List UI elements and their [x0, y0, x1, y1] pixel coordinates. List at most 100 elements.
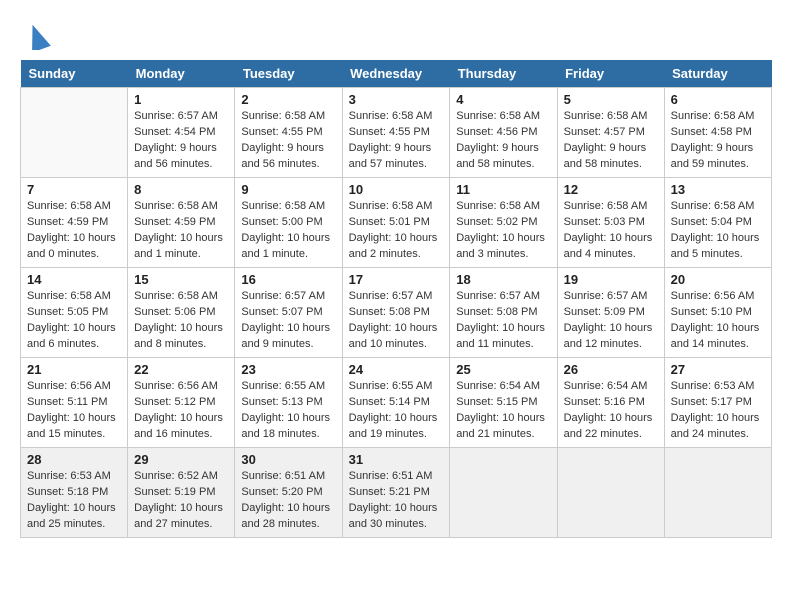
calendar-cell: 6Sunrise: 6:58 AM Sunset: 4:58 PM Daylig… [664, 88, 771, 178]
calendar-cell: 5 Sunrise: 6:58 AM Sunset: 4:57 PM Daylig… [557, 88, 664, 178]
day-number: 5 [564, 92, 658, 107]
logo-arrow-icon [22, 14, 52, 50]
calendar-cell: 11 Sunrise: 6:58 AM Sunset: 5:02 PM Dayli… [450, 178, 557, 268]
day-info: Sunrise: 6:52 AM Sunset: 5:19 PM Dayligh… [134, 469, 228, 533]
calendar-cell: 24 Sunrise: 6:55 AM Sunset: 5:14 PM Dayli… [342, 358, 450, 448]
day-number: 1 [134, 92, 228, 107]
day-number: 24 [349, 362, 444, 377]
day-number: 14 [27, 272, 121, 287]
day-info: Sunrise: 6:58 AM Sunset: 4:58 PM Dayligh… [671, 109, 765, 173]
calendar-cell: 10Sunrise: 6:58 AM Sunset: 5:01 PM Dayli… [342, 178, 450, 268]
day-info: Sunrise: 6:58 AM Sunset: 5:06 PM Dayligh… [134, 289, 228, 353]
day-info: Sunrise: 6:53 AM Sunset: 5:17 PM Dayligh… [671, 379, 765, 443]
day-info: Sunrise: 6:58 AM Sunset: 5:00 PM Dayligh… [241, 199, 335, 263]
calendar-cell [450, 448, 557, 538]
calendar-cell: 9 Sunrise: 6:58 AM Sunset: 5:00 PM Daylig… [235, 178, 342, 268]
day-info: Sunrise: 6:54 AM Sunset: 5:16 PM Dayligh… [564, 379, 658, 443]
day-info: Sunrise: 6:58 AM Sunset: 5:05 PM Dayligh… [27, 289, 121, 353]
calendar-cell: 13 Sunrise: 6:58 AM Sunset: 5:04 PM Dayli… [664, 178, 771, 268]
day-number: 28 [27, 452, 121, 467]
calendar-header-row: SundayMondayTuesdayWednesdayThursdayFrid… [21, 60, 772, 88]
day-number: 20 [671, 272, 765, 287]
day-info: Sunrise: 6:55 AM Sunset: 5:14 PM Dayligh… [349, 379, 444, 443]
calendar-week-row: 14 Sunrise: 6:58 AM Sunset: 5:05 PM Dayli… [21, 268, 772, 358]
day-info: Sunrise: 6:57 AM Sunset: 5:08 PM Dayligh… [349, 289, 444, 353]
day-info: Sunrise: 6:56 AM Sunset: 5:12 PM Dayligh… [134, 379, 228, 443]
day-number: 9 [241, 182, 335, 197]
calendar-cell: 2 Sunrise: 6:58 AM Sunset: 4:55 PM Daylig… [235, 88, 342, 178]
day-number: 2 [241, 92, 335, 107]
day-info: Sunrise: 6:57 AM Sunset: 5:07 PM Dayligh… [241, 289, 335, 353]
calendar-cell: 30Sunrise: 6:51 AM Sunset: 5:20 PM Dayli… [235, 448, 342, 538]
calendar-cell: 28 Sunrise: 6:53 AM Sunset: 5:18 PM Dayli… [21, 448, 128, 538]
day-number: 8 [134, 182, 228, 197]
calendar-cell [21, 88, 128, 178]
calendar-cell: 31Sunrise: 6:51 AM Sunset: 5:21 PM Dayli… [342, 448, 450, 538]
day-info: Sunrise: 6:58 AM Sunset: 4:57 PM Dayligh… [564, 109, 658, 173]
calendar-cell: 15 Sunrise: 6:58 AM Sunset: 5:06 PM Dayli… [128, 268, 235, 358]
day-of-week-header: Wednesday [342, 60, 450, 88]
page-header [20, 20, 772, 50]
day-info: Sunrise: 6:57 AM Sunset: 5:08 PM Dayligh… [456, 289, 550, 353]
day-info: Sunrise: 6:54 AM Sunset: 5:15 PM Dayligh… [456, 379, 550, 443]
day-info: Sunrise: 6:58 AM Sunset: 5:03 PM Dayligh… [564, 199, 658, 263]
day-number: 10 [349, 182, 444, 197]
day-number: 11 [456, 182, 550, 197]
calendar-cell: 4 Sunrise: 6:58 AM Sunset: 4:56 PM Daylig… [450, 88, 557, 178]
day-number: 16 [241, 272, 335, 287]
calendar-cell: 26 Sunrise: 6:54 AM Sunset: 5:16 PM Dayli… [557, 358, 664, 448]
calendar-cell: 20Sunrise: 6:56 AM Sunset: 5:10 PM Dayli… [664, 268, 771, 358]
day-of-week-header: Monday [128, 60, 235, 88]
day-number: 17 [349, 272, 444, 287]
calendar-cell: 16 Sunrise: 6:57 AM Sunset: 5:07 PM Dayli… [235, 268, 342, 358]
calendar-cell: 22 Sunrise: 6:56 AM Sunset: 5:12 PM Dayli… [128, 358, 235, 448]
day-number: 31 [349, 452, 444, 467]
calendar-cell: 12 Sunrise: 6:58 AM Sunset: 5:03 PM Dayli… [557, 178, 664, 268]
day-of-week-header: Thursday [450, 60, 557, 88]
calendar-cell: 8 Sunrise: 6:58 AM Sunset: 4:59 PM Daylig… [128, 178, 235, 268]
day-info: Sunrise: 6:58 AM Sunset: 4:55 PM Dayligh… [349, 109, 444, 173]
day-info: Sunrise: 6:57 AM Sunset: 4:54 PM Dayligh… [134, 109, 228, 173]
day-info: Sunrise: 6:53 AM Sunset: 5:18 PM Dayligh… [27, 469, 121, 533]
day-number: 21 [27, 362, 121, 377]
logo [20, 20, 52, 50]
day-number: 29 [134, 452, 228, 467]
calendar-cell: 7Sunrise: 6:58 AM Sunset: 4:59 PM Daylig… [21, 178, 128, 268]
day-number: 13 [671, 182, 765, 197]
calendar-week-row: 21 Sunrise: 6:56 AM Sunset: 5:11 PM Dayli… [21, 358, 772, 448]
day-info: Sunrise: 6:57 AM Sunset: 5:09 PM Dayligh… [564, 289, 658, 353]
day-number: 23 [241, 362, 335, 377]
day-info: Sunrise: 6:58 AM Sunset: 5:04 PM Dayligh… [671, 199, 765, 263]
day-number: 3 [349, 92, 444, 107]
day-info: Sunrise: 6:58 AM Sunset: 4:56 PM Dayligh… [456, 109, 550, 173]
day-number: 19 [564, 272, 658, 287]
day-info: Sunrise: 6:58 AM Sunset: 4:59 PM Dayligh… [134, 199, 228, 263]
calendar-cell: 21 Sunrise: 6:56 AM Sunset: 5:11 PM Dayli… [21, 358, 128, 448]
day-info: Sunrise: 6:58 AM Sunset: 4:59 PM Dayligh… [27, 199, 121, 263]
day-number: 26 [564, 362, 658, 377]
day-of-week-header: Saturday [664, 60, 771, 88]
day-info: Sunrise: 6:56 AM Sunset: 5:11 PM Dayligh… [27, 379, 121, 443]
day-info: Sunrise: 6:58 AM Sunset: 5:02 PM Dayligh… [456, 199, 550, 263]
day-number: 18 [456, 272, 550, 287]
calendar-week-row: 7Sunrise: 6:58 AM Sunset: 4:59 PM Daylig… [21, 178, 772, 268]
calendar-cell [557, 448, 664, 538]
day-of-week-header: Tuesday [235, 60, 342, 88]
calendar-cell: 27 Sunrise: 6:53 AM Sunset: 5:17 PM Dayli… [664, 358, 771, 448]
calendar-cell: 29 Sunrise: 6:52 AM Sunset: 5:19 PM Dayli… [128, 448, 235, 538]
calendar-cell: 14 Sunrise: 6:58 AM Sunset: 5:05 PM Dayli… [21, 268, 128, 358]
day-number: 27 [671, 362, 765, 377]
day-number: 15 [134, 272, 228, 287]
day-number: 22 [134, 362, 228, 377]
calendar-cell: 18 Sunrise: 6:57 AM Sunset: 5:08 PM Dayli… [450, 268, 557, 358]
day-of-week-header: Sunday [21, 60, 128, 88]
day-number: 12 [564, 182, 658, 197]
calendar-cell: 17 Sunrise: 6:57 AM Sunset: 5:08 PM Dayli… [342, 268, 450, 358]
day-of-week-header: Friday [557, 60, 664, 88]
day-number: 25 [456, 362, 550, 377]
day-info: Sunrise: 6:58 AM Sunset: 4:55 PM Dayligh… [241, 109, 335, 173]
calendar-cell: 19 Sunrise: 6:57 AM Sunset: 5:09 PM Dayli… [557, 268, 664, 358]
day-number: 4 [456, 92, 550, 107]
calendar-week-row: 1 Sunrise: 6:57 AM Sunset: 4:54 PM Daylig… [21, 88, 772, 178]
day-info: Sunrise: 6:51 AM Sunset: 5:20 PM Dayligh… [241, 469, 335, 533]
